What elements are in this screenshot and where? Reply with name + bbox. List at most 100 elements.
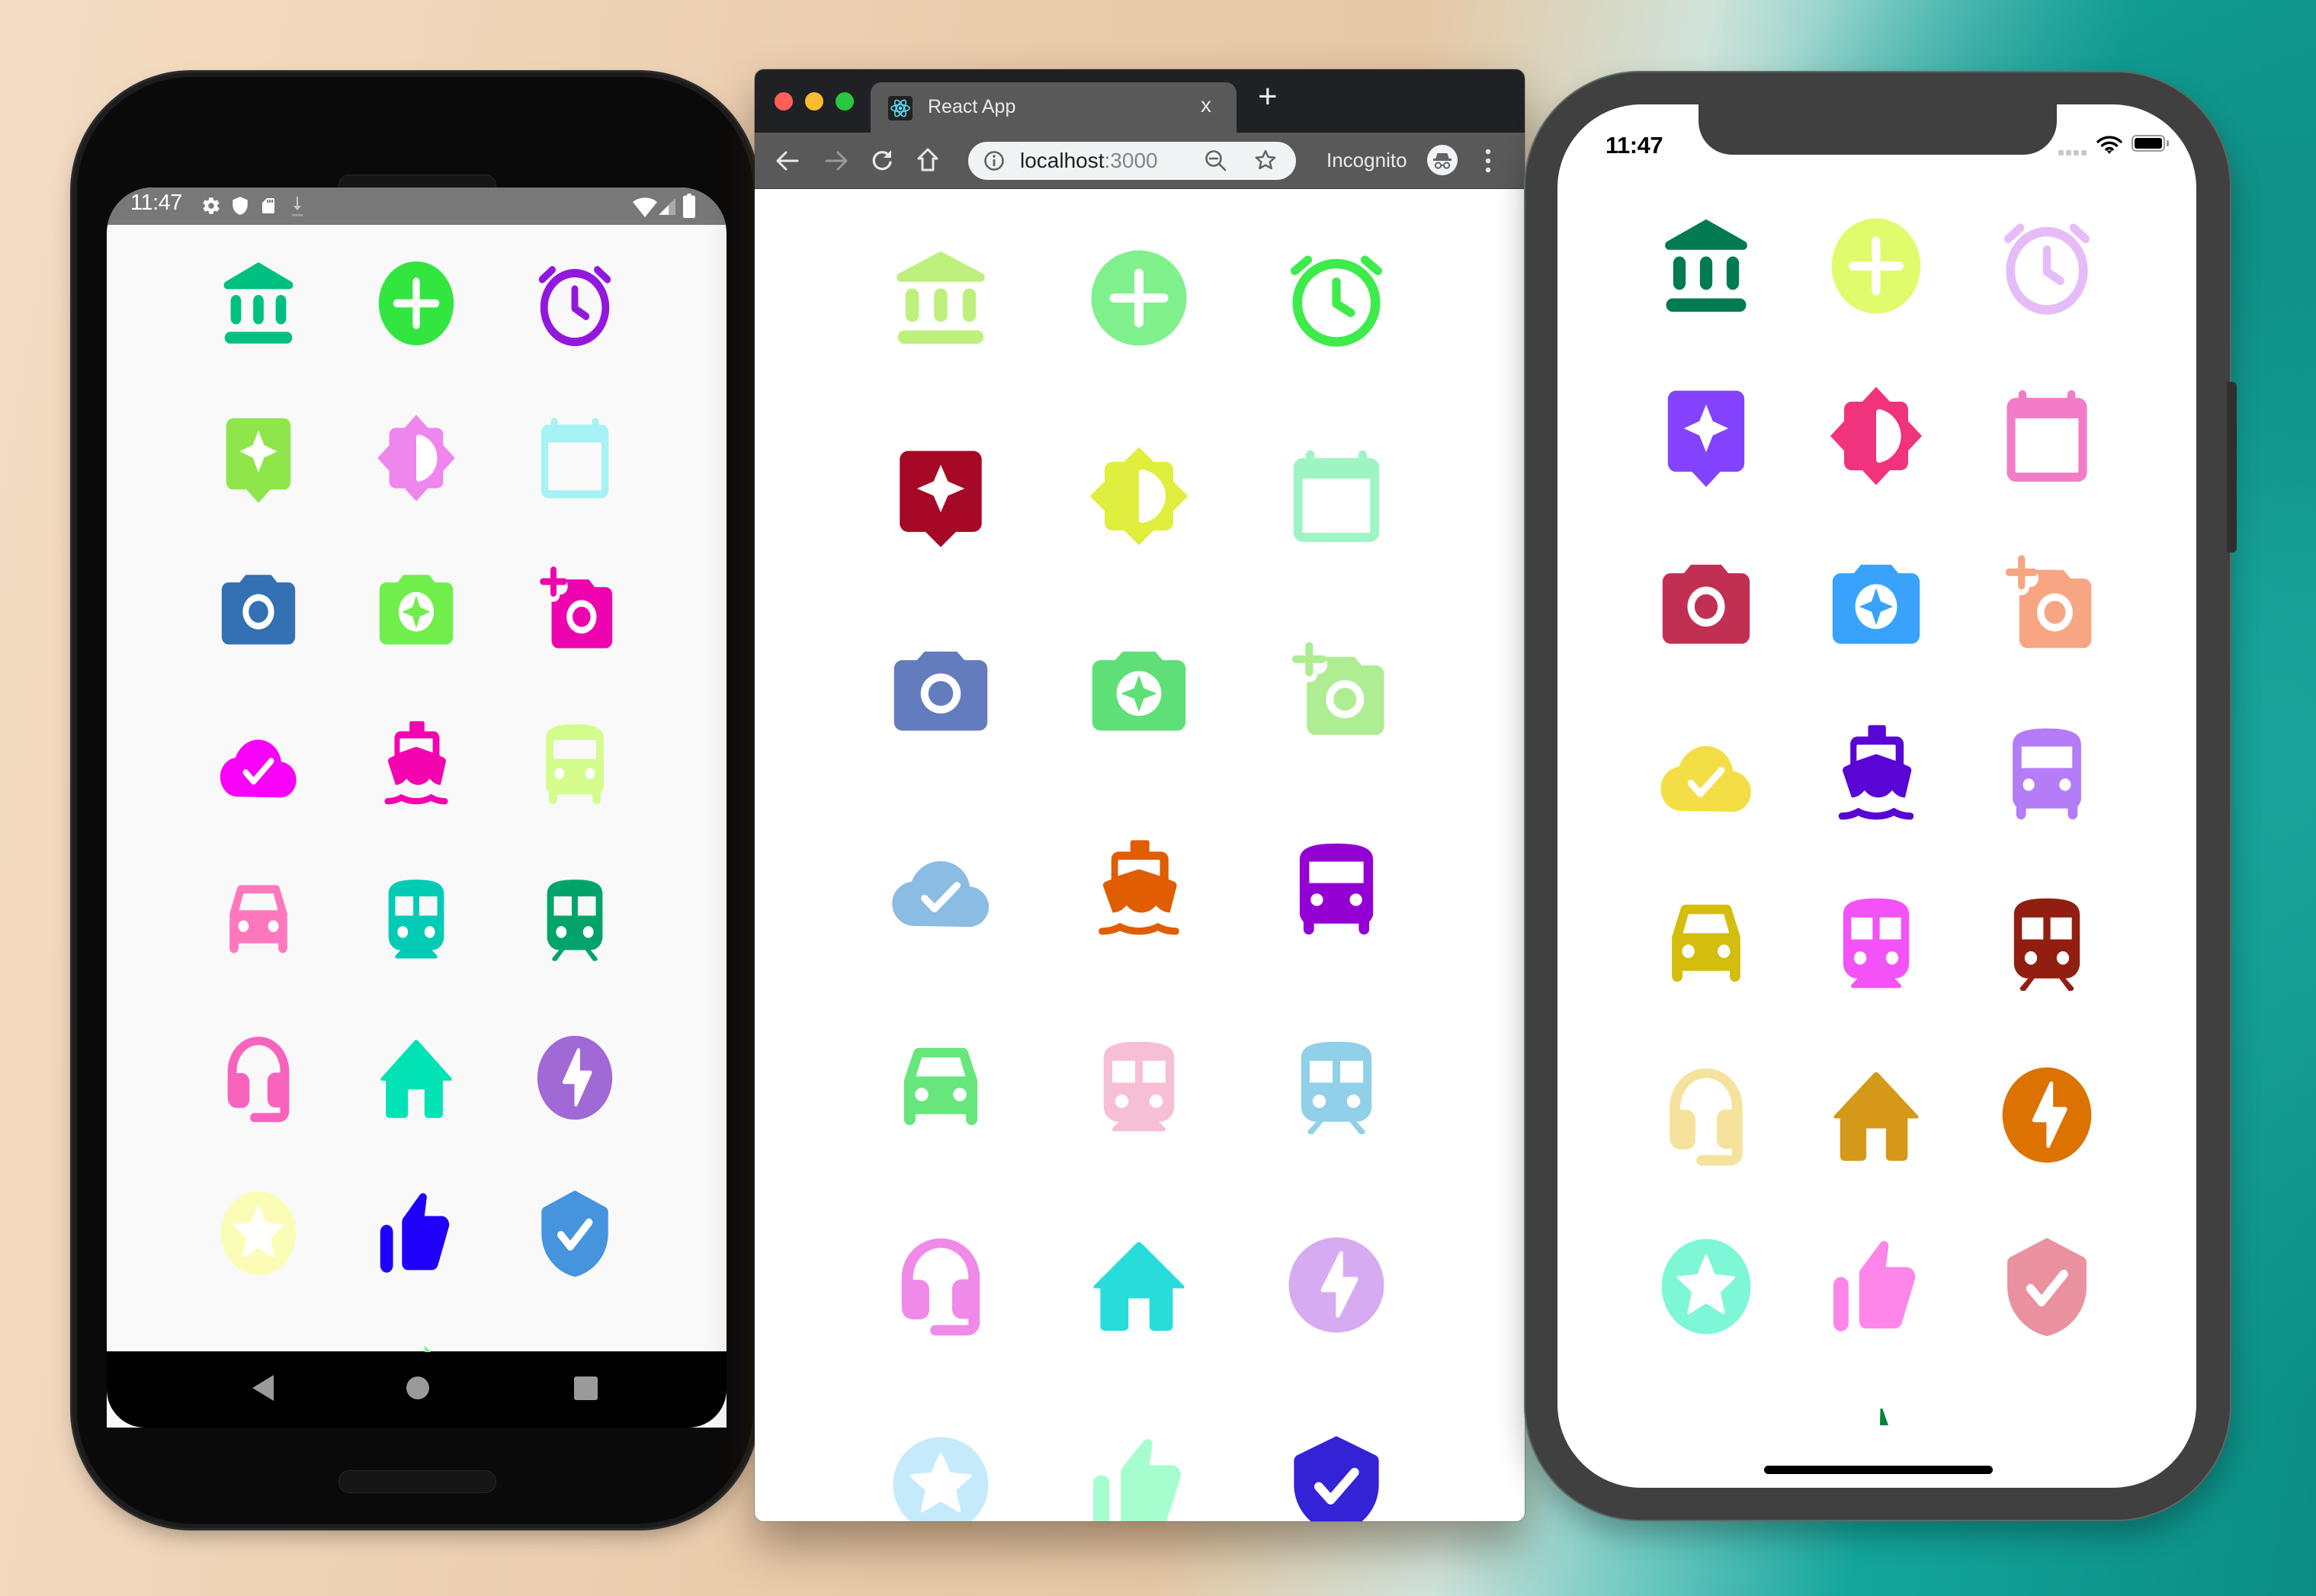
bank-icon[interactable] [213,253,303,354]
side-button[interactable] [2227,382,2237,553]
add-circle-icon[interactable] [1823,209,1929,323]
thumbs-up-icon[interactable] [371,1183,461,1284]
cloud-check-icon[interactable] [1653,718,1759,832]
brightness-icon[interactable] [1082,439,1196,553]
camera-sparkle-icon[interactable] [371,560,461,661]
alarm-icon[interactable] [530,253,620,354]
more-menu-icon[interactable] [1484,148,1493,174]
camera-add-icon[interactable] [1279,635,1394,749]
tab-react-app[interactable]: React App x [871,82,1237,133]
zoom-out-icon[interactable] [1205,149,1227,172]
shield-icon [233,197,248,215]
car-icon[interactable] [1653,888,1759,1002]
car-icon[interactable] [213,870,303,971]
download-icon [292,197,303,216]
recents-button[interactable] [574,1376,598,1400]
calendar-icon[interactable] [1994,379,2100,493]
train-tracks-icon[interactable] [1994,888,2100,1002]
cloud-check-icon[interactable] [884,833,998,947]
back-arrow-icon[interactable] [776,151,799,171]
settings-icon [203,197,220,214]
ferry-icon[interactable] [1082,833,1196,947]
cell-signal-icon [2058,146,2087,159]
star-circle-icon[interactable] [213,1183,303,1284]
shield-check-icon[interactable] [1279,1428,1394,1521]
back-button[interactable] [252,1375,274,1401]
add-circle-icon[interactable] [1082,241,1196,355]
new-tab-button[interactable]: + [1258,80,1278,114]
camera-add-icon[interactable] [530,560,620,661]
minimize-window-button[interactable] [805,92,823,111]
home-icon[interactable] [1082,1228,1196,1342]
camera-sparkle-icon[interactable] [1082,635,1196,749]
brightness-icon[interactable] [1823,379,1929,493]
iphone-frame: 11:47 [1525,72,2237,1520]
car-icon[interactable] [884,1031,998,1146]
close-window-button[interactable] [775,92,793,111]
cloud-check-icon[interactable] [213,715,303,816]
camera-icon[interactable] [884,635,998,749]
url-port: :3000 [1104,149,1158,172]
flash-circle-icon[interactable] [1279,1228,1394,1342]
cell-signal-icon [659,198,675,215]
reload-icon[interactable] [871,149,893,173]
flash-circle-icon[interactable] [1994,1058,2100,1172]
headset-icon[interactable] [884,1228,998,1342]
maximize-window-button[interactable] [836,92,854,111]
ferry-icon[interactable] [371,715,461,816]
headset-icon[interactable] [1653,1058,1759,1172]
bus-icon[interactable] [1994,718,2100,832]
home-icon[interactable] [1823,1058,1929,1172]
shield-check-icon[interactable] [1994,1229,2100,1344]
add-circle-icon[interactable] [371,253,461,354]
train-icon[interactable] [371,870,461,971]
site-info-icon[interactable] [983,150,1005,171]
train-tracks-icon[interactable] [530,870,620,971]
headset-icon[interactable] [213,1027,303,1128]
incognito-label: Incognito [1326,149,1407,171]
forward-arrow-icon[interactable] [825,151,848,171]
alarm-icon[interactable] [1994,209,2100,323]
bottom-speaker [338,1470,496,1493]
camera-add-icon[interactable] [1994,548,2100,662]
bus-icon[interactable] [1279,833,1394,947]
sparkle-bubble-icon[interactable] [884,439,998,553]
shield-check-icon[interactable] [530,1183,620,1284]
bookmark-star-icon[interactable] [1254,149,1277,171]
star-circle-icon[interactable] [1653,1229,1759,1344]
address-bar[interactable]: localhost:3000 [968,142,1296,180]
train-icon[interactable] [1082,1031,1196,1146]
camera-sparkle-icon[interactable] [1823,548,1929,662]
thumbs-up-icon[interactable] [1082,1428,1196,1521]
train-tracks-icon[interactable] [1279,1031,1394,1146]
status-time: 11:47 [1605,132,1663,159]
brightness-icon[interactable] [371,408,461,508]
notch [1699,104,2057,155]
camera-icon[interactable] [213,560,303,661]
bank-icon[interactable] [884,241,998,355]
train-icon[interactable] [1823,888,1929,1002]
flash-circle-icon[interactable] [530,1027,620,1128]
calendar-icon[interactable] [530,408,620,508]
sparkle-bubble-icon[interactable] [213,408,303,508]
alarm-icon[interactable] [1279,241,1394,355]
home-button[interactable] [406,1376,429,1399]
star-circle-icon[interactable] [884,1428,998,1521]
calendar-icon[interactable] [1279,439,1394,553]
home-indicator[interactable] [1764,1466,1993,1474]
thumbs-up-icon[interactable] [1823,1229,1929,1344]
incognito-icon[interactable] [1427,145,1458,175]
ferry-icon[interactable] [1823,718,1929,832]
loading-indicator [1880,1409,1888,1425]
bus-icon[interactable] [530,715,620,816]
close-tab-button[interactable]: x [1201,93,1211,117]
url-text[interactable]: localhost:3000 [1020,149,1158,173]
camera-icon[interactable] [1653,548,1759,662]
battery-tip [2167,140,2169,146]
sparkle-bubble-icon[interactable] [1653,379,1759,493]
sd-card-icon [262,198,274,213]
react-logo-icon [888,96,913,120]
home-icon[interactable] [917,148,938,172]
home-icon[interactable] [371,1027,461,1128]
bank-icon[interactable] [1653,209,1759,323]
